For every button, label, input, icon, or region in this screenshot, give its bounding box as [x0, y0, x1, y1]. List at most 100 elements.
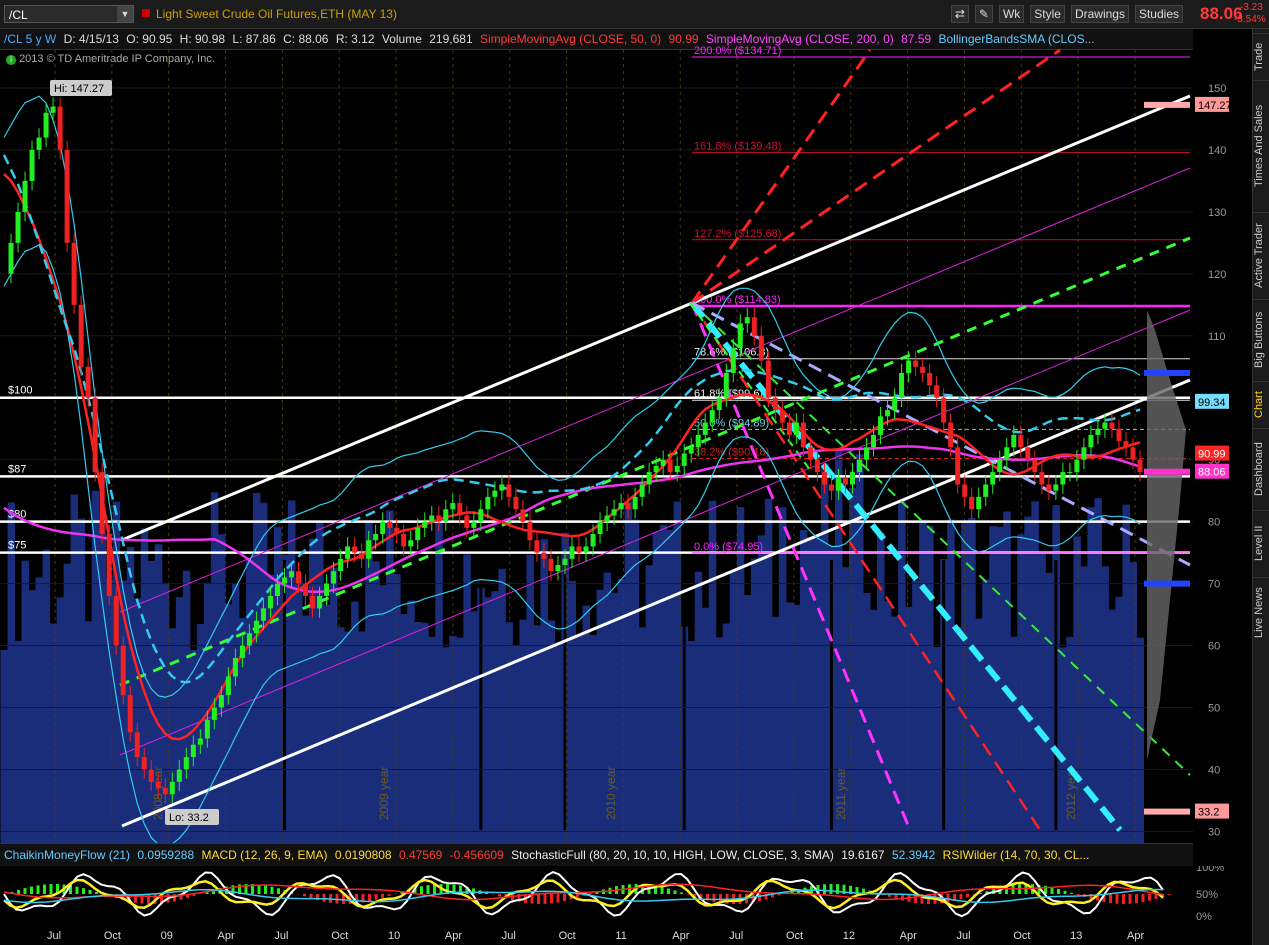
candle-body: [134, 732, 140, 758]
sidebar-tab-chart[interactable]: Chart: [1253, 381, 1269, 427]
candle-body: [920, 366, 926, 373]
macd-histogram-bar: [1063, 890, 1067, 894]
volume-bar: [1094, 498, 1102, 843]
candle-body: [450, 503, 456, 510]
candle-body: [681, 453, 687, 466]
indicator-chart[interactable]: 100% 50% 0% Jul Oct 09 Apr Jul Oct 10 Apr Jul Oct 11…: [0, 866, 1252, 944]
macd-histogram-bar: [387, 894, 391, 896]
stoch-k-value: 19.6167: [841, 848, 885, 862]
candle-body: [1137, 459, 1143, 473]
y-tick-label: 140: [1208, 145, 1226, 157]
macd-histogram-bar: [75, 886, 79, 894]
candle-body: [155, 781, 161, 789]
macd-histogram-bar: [660, 886, 664, 894]
candle-body: [948, 422, 954, 448]
x-tick-label: Jul: [729, 930, 743, 942]
sidebar-tab-active-trader[interactable]: Active Trader: [1253, 212, 1269, 298]
sidebar-tab-dashboard[interactable]: Dashboard: [1253, 428, 1269, 509]
stoch-label[interactable]: StochasticFull (80, 20, 10, 10, HIGH, LO…: [511, 848, 834, 862]
volume-bar: [421, 622, 429, 843]
candle-body: [492, 490, 498, 497]
candle-body: [1109, 422, 1115, 429]
candle-body: [878, 416, 884, 435]
candle-body: [274, 583, 280, 596]
candle-body: [1081, 447, 1087, 460]
x-tick-label: Apr: [445, 930, 462, 942]
cmf-label[interactable]: ChaikinMoneyFlow (21): [4, 848, 130, 862]
candle-body: [541, 552, 547, 559]
share-icon[interactable]: ⇄: [950, 5, 969, 23]
volume-gap: [942, 560, 946, 830]
price-chart[interactable]: 2008 year 2009 year 2010 year 2011 year 2012…: [0, 28, 1252, 843]
candle-body: [569, 546, 575, 559]
volume-bar: [365, 520, 373, 843]
macd-histogram-bar: [686, 894, 690, 895]
candle-body: [534, 540, 540, 553]
sidebar-tab-times-and-sales[interactable]: Times And Sales: [1253, 80, 1269, 211]
x-tick-label: Apr: [218, 930, 235, 942]
sidebar-tab-live-news[interactable]: Live News: [1253, 577, 1269, 648]
candle-body: [1053, 484, 1059, 491]
volume-bar: [884, 601, 892, 843]
candle-body: [758, 335, 764, 361]
candle-body: [239, 645, 245, 658]
year-label: 2010 year: [604, 767, 618, 820]
volume-gap: [479, 560, 483, 830]
style-button[interactable]: Style: [1030, 5, 1065, 23]
x-tick-label: Oct: [1013, 930, 1030, 942]
volume-bar: [84, 621, 93, 843]
drawings-button[interactable]: Drawings: [1070, 5, 1129, 23]
candle-body: [590, 534, 596, 547]
x-tick-label: Apr: [672, 930, 689, 942]
candle-body: [1116, 428, 1122, 442]
timeframe-button[interactable]: Wk: [998, 5, 1025, 23]
candle-body: [211, 707, 217, 720]
macd-histogram-bar: [1122, 894, 1125, 904]
candle-body: [1123, 441, 1129, 448]
macd-histogram-bar: [979, 893, 982, 894]
sidebar-tab-big-buttons[interactable]: Big Buttons: [1253, 299, 1269, 380]
candle-body: [660, 459, 666, 466]
alert-marker: [1144, 580, 1190, 587]
macd-histogram-bar: [17, 889, 20, 894]
sidebar-tab-trade[interactable]: Trade: [1253, 33, 1269, 79]
volume-bar: [35, 577, 44, 843]
volume-bar: [400, 614, 408, 843]
price-change-percent: -3.54%: [1234, 14, 1266, 25]
sidebar-tab-level-ii[interactable]: Level II: [1253, 510, 1269, 576]
wrench-icon[interactable]: ✎: [974, 5, 993, 23]
candle-body: [1088, 434, 1094, 448]
chevron-down-icon[interactable]: ▼: [117, 6, 133, 22]
candle-body: [1067, 472, 1073, 474]
fib-label: 161.8% ($139.48): [694, 140, 781, 152]
candle-body: [22, 180, 28, 212]
time-axis: Jul Oct 09 Apr Jul Oct 10 Apr Jul Oct 11 Apr Jul Oct 1…: [47, 930, 1144, 942]
cmf-value: 0.0959288: [137, 848, 195, 862]
symbol-input[interactable]: /CL ▼: [4, 5, 134, 23]
volume-bar: [666, 529, 675, 843]
volume-bar: [0, 650, 8, 843]
volume-bar: [687, 641, 696, 843]
macd-histogram-bar: [147, 894, 150, 904]
volume-bar: [533, 625, 541, 843]
candle-body: [857, 459, 863, 473]
candle-body: [709, 410, 715, 423]
macd-histogram-bar: [374, 894, 378, 900]
studies-button[interactable]: Studies: [1134, 5, 1183, 23]
x-tick-label: Apr: [900, 930, 917, 942]
candle-body: [415, 527, 421, 541]
candle-body: [892, 397, 898, 411]
candle-body: [786, 422, 792, 435]
rsi-label[interactable]: RSIWilder (14, 70, 30, CL...: [943, 848, 1090, 862]
macd-label[interactable]: MACD (12, 26, 9, EMA): [201, 848, 327, 862]
fib-label: 38.2% ($90.18): [694, 446, 769, 458]
candle-body: [548, 558, 554, 572]
macd-value: 0.0190808: [334, 848, 392, 862]
volume-bar: [589, 634, 598, 843]
candle-body: [983, 484, 989, 497]
candle-body: [120, 645, 126, 696]
candle-body: [716, 397, 722, 411]
candle-body: [723, 372, 729, 398]
candle-body: [408, 540, 414, 547]
macd-avg-value: 0.47569: [398, 848, 443, 862]
